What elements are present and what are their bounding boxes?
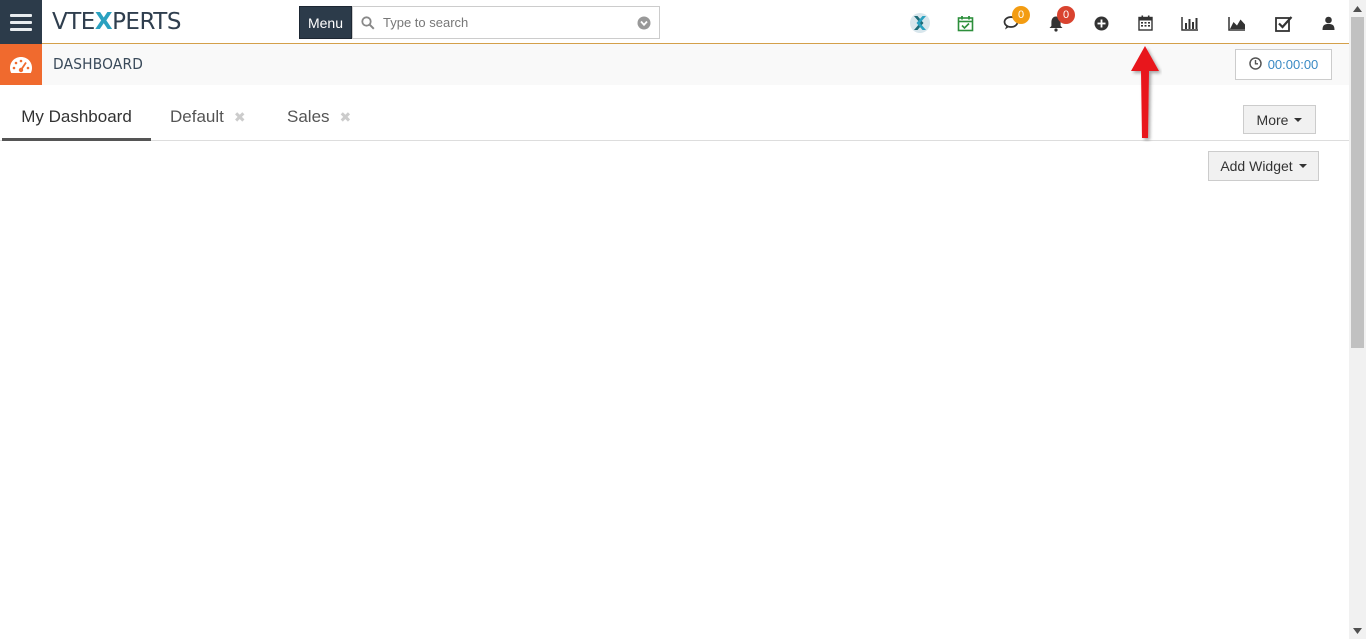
bell-icon[interactable]: 0 [1045,6,1075,34]
global-search [352,6,660,39]
vtexperts-x-icon[interactable] [909,12,931,34]
search-input[interactable] [383,15,629,30]
calendar-check-icon[interactable] [954,12,976,34]
bar-chart-icon[interactable] [1179,12,1201,34]
search-icon [353,15,383,30]
close-tab-icon[interactable]: ✖ [234,109,246,125]
logo-text-x: X [94,9,113,35]
app-window: VTEXPERTS Menu 0 0 [0,0,1366,639]
chat-count-badge: 0 [1012,6,1030,24]
add-widget-button[interactable]: Add Widget [1208,151,1319,181]
more-label: More [1256,111,1289,128]
calendar-icon[interactable] [1134,12,1156,34]
notifications-count-badge: 0 [1057,6,1075,24]
scrollbar-thumb[interactable] [1351,17,1364,348]
search-dropdown-icon[interactable] [629,16,659,30]
area-chart-icon[interactable] [1226,12,1248,34]
hamburger-menu-button[interactable] [0,0,42,44]
vtexperts-logo[interactable]: VTEXPERTS [52,9,181,35]
dashboard-gauge-icon[interactable] [0,44,42,85]
tab-label: Sales [287,107,330,126]
tab-default[interactable]: Default ✖ [170,107,246,141]
vertical-scrollbar[interactable] [1349,0,1366,639]
more-button[interactable]: More [1243,105,1316,134]
hamburger-icon-line [10,13,32,17]
timer-value: 00:00:00 [1267,57,1319,72]
menu-button[interactable]: Menu [299,6,352,39]
add-widget-label: Add Widget [1220,158,1293,174]
annotation-arrow-icon [1131,46,1159,138]
logo-text-prefix: VTE [52,9,95,35]
checkbox-icon[interactable] [1273,12,1295,34]
timer-button[interactable]: 00:00:00 [1235,49,1332,80]
scroll-up-icon[interactable] [1349,0,1366,17]
hamburger-icon-line [10,27,32,31]
top-navbar: VTEXPERTS Menu 0 0 [0,0,1349,44]
module-title: DASHBOARD [53,55,144,73]
logo-text-suffix: PERTS [112,9,181,35]
tab-sales[interactable]: Sales ✖ [287,107,351,141]
caret-down-icon [1298,164,1307,168]
chat-icon[interactable]: 0 [1000,6,1030,34]
user-icon[interactable] [1317,12,1339,34]
plus-circle-icon[interactable] [1090,12,1112,34]
tab-my-dashboard[interactable]: My Dashboard [2,107,151,141]
clock-icon [1248,56,1262,73]
tab-label: Default [170,107,224,126]
tab-label: My Dashboard [21,107,132,126]
hamburger-icon-line [10,20,32,24]
caret-down-icon [1294,117,1303,122]
close-tab-icon[interactable]: ✖ [340,109,352,125]
scroll-down-icon[interactable] [1349,622,1366,639]
